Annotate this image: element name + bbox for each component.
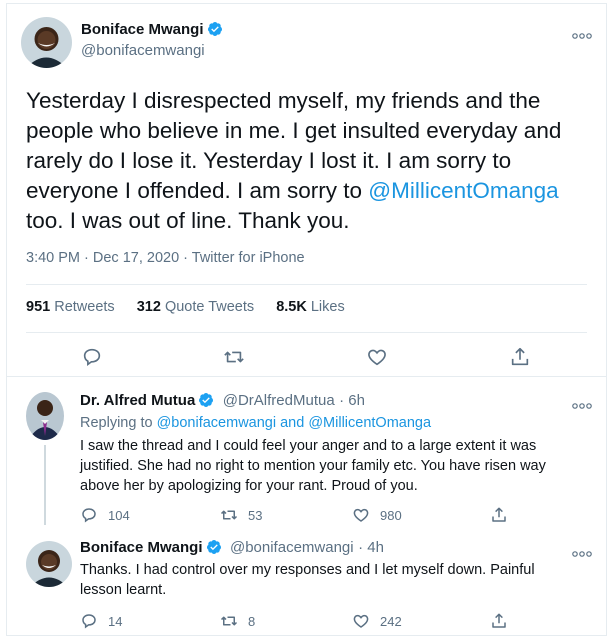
reply-tweet[interactable]: Boniface Mwangi @bonifacemwangi · 4h Tha…: [7, 539, 606, 634]
quotes-label: Quote Tweets: [164, 299, 255, 315]
share-icon: [492, 507, 506, 522]
like-button[interactable]: 242: [352, 611, 402, 631]
more-options-icon[interactable]: [571, 546, 593, 557]
thread-connector: [44, 445, 46, 525]
retweet-button[interactable]: 8: [220, 611, 255, 631]
quotes-stat[interactable]: 312 Quote Tweets: [137, 299, 254, 315]
replying-label: Replying to: [80, 415, 157, 431]
like-icon[interactable]: [366, 346, 388, 368]
avatar[interactable]: [21, 17, 72, 68]
share-icon[interactable]: [509, 346, 531, 368]
retweets-label: Retweets: [54, 299, 115, 315]
retweet-count: 8: [248, 613, 256, 629]
reply-button[interactable]: 14: [80, 611, 122, 631]
more-options-icon[interactable]: [571, 398, 593, 409]
reply-count: 14: [108, 613, 123, 629]
reply-author-name[interactable]: Dr. Alfred Mutua: [80, 392, 195, 409]
tweet-text-part: too. I was out of line. Thank you.: [26, 208, 350, 233]
reply-header: Boniface Mwangi @bonifacemwangi · 4h: [80, 539, 384, 557]
reply-count: 104: [108, 507, 130, 523]
reply-text: Thanks. I had control over my responses …: [80, 562, 535, 598]
retweet-icon: [220, 616, 238, 626]
reply-icon: [82, 508, 96, 523]
reply-time[interactable]: · 6h: [339, 392, 365, 409]
verified-badge-icon: [207, 21, 223, 37]
share-button[interactable]: [490, 505, 518, 525]
retweet-count: 53: [248, 507, 263, 523]
like-icon: [353, 508, 369, 522]
reply-time[interactable]: · 4h: [358, 539, 384, 556]
tweet-timestamp[interactable]: 3:40 PM · Dec 17, 2020 · Twitter for iPh…: [26, 250, 305, 266]
reply-icon: [82, 614, 96, 629]
reply-actions: 104 53 980: [80, 505, 580, 525]
retweet-button[interactable]: 53: [220, 505, 262, 525]
tweet-text: Yesterday I disrespected myself, my frie…: [26, 86, 591, 236]
like-icon: [353, 614, 369, 628]
replying-mentions[interactable]: @bonifacemwangi and @MillicentOmanga: [157, 415, 431, 431]
divider: [26, 332, 587, 333]
like-count: 242: [380, 613, 402, 629]
author-info: Boniface Mwangi @bonifacemwangi: [81, 21, 223, 59]
reply-actions: 14 8 242: [80, 611, 580, 631]
author-handle[interactable]: @bonifacemwangi: [81, 42, 223, 59]
reply-tweet[interactable]: Dr. Alfred Mutua @DrAlfredMutua · 6h Rep…: [7, 392, 606, 525]
share-button[interactable]: [490, 611, 518, 631]
reply-icon[interactable]: [81, 346, 103, 368]
likes-stat[interactable]: 8.5K Likes: [276, 299, 345, 315]
like-button[interactable]: 980: [352, 505, 402, 525]
likes-label: Likes: [310, 299, 345, 315]
tweet-actions: [7, 342, 606, 372]
reply-button[interactable]: 104: [80, 505, 130, 525]
tweet-thread: Boniface Mwangi @bonifacemwangi Yesterda…: [6, 3, 607, 636]
retweets-stat[interactable]: 951 Retweets: [26, 299, 115, 315]
retweet-icon[interactable]: [223, 346, 245, 368]
quotes-count: 312: [136, 299, 161, 315]
verified-badge-icon: [206, 539, 222, 555]
avatar[interactable]: [26, 541, 72, 587]
divider: [7, 376, 606, 377]
like-count: 980: [380, 507, 402, 523]
reply-text: I saw the thread and I could feel your a…: [80, 438, 546, 494]
reply-author-handle[interactable]: @bonifacemwangi: [230, 539, 354, 556]
mention-link[interactable]: @MillicentOmanga: [368, 178, 558, 203]
avatar[interactable]: [26, 392, 64, 440]
tweet-stats: 951 Retweets 312 Quote Tweets 8.5K Likes: [26, 299, 363, 315]
retweets-count: 951: [26, 299, 51, 315]
verified-badge-icon: [198, 392, 214, 408]
retweet-icon: [220, 510, 238, 520]
divider: [26, 284, 587, 285]
share-icon: [492, 613, 506, 628]
author-name[interactable]: Boniface Mwangi: [81, 21, 204, 38]
likes-count: 8.5K: [276, 299, 307, 315]
reply-header: Dr. Alfred Mutua @DrAlfredMutua · 6h: [80, 392, 365, 410]
reply-author-handle[interactable]: @DrAlfredMutua: [223, 392, 335, 409]
more-options-icon[interactable]: [571, 28, 593, 39]
reply-author-name[interactable]: Boniface Mwangi: [80, 539, 203, 556]
replying-to: Replying to @bonifacemwangi and @Millice…: [80, 415, 431, 431]
